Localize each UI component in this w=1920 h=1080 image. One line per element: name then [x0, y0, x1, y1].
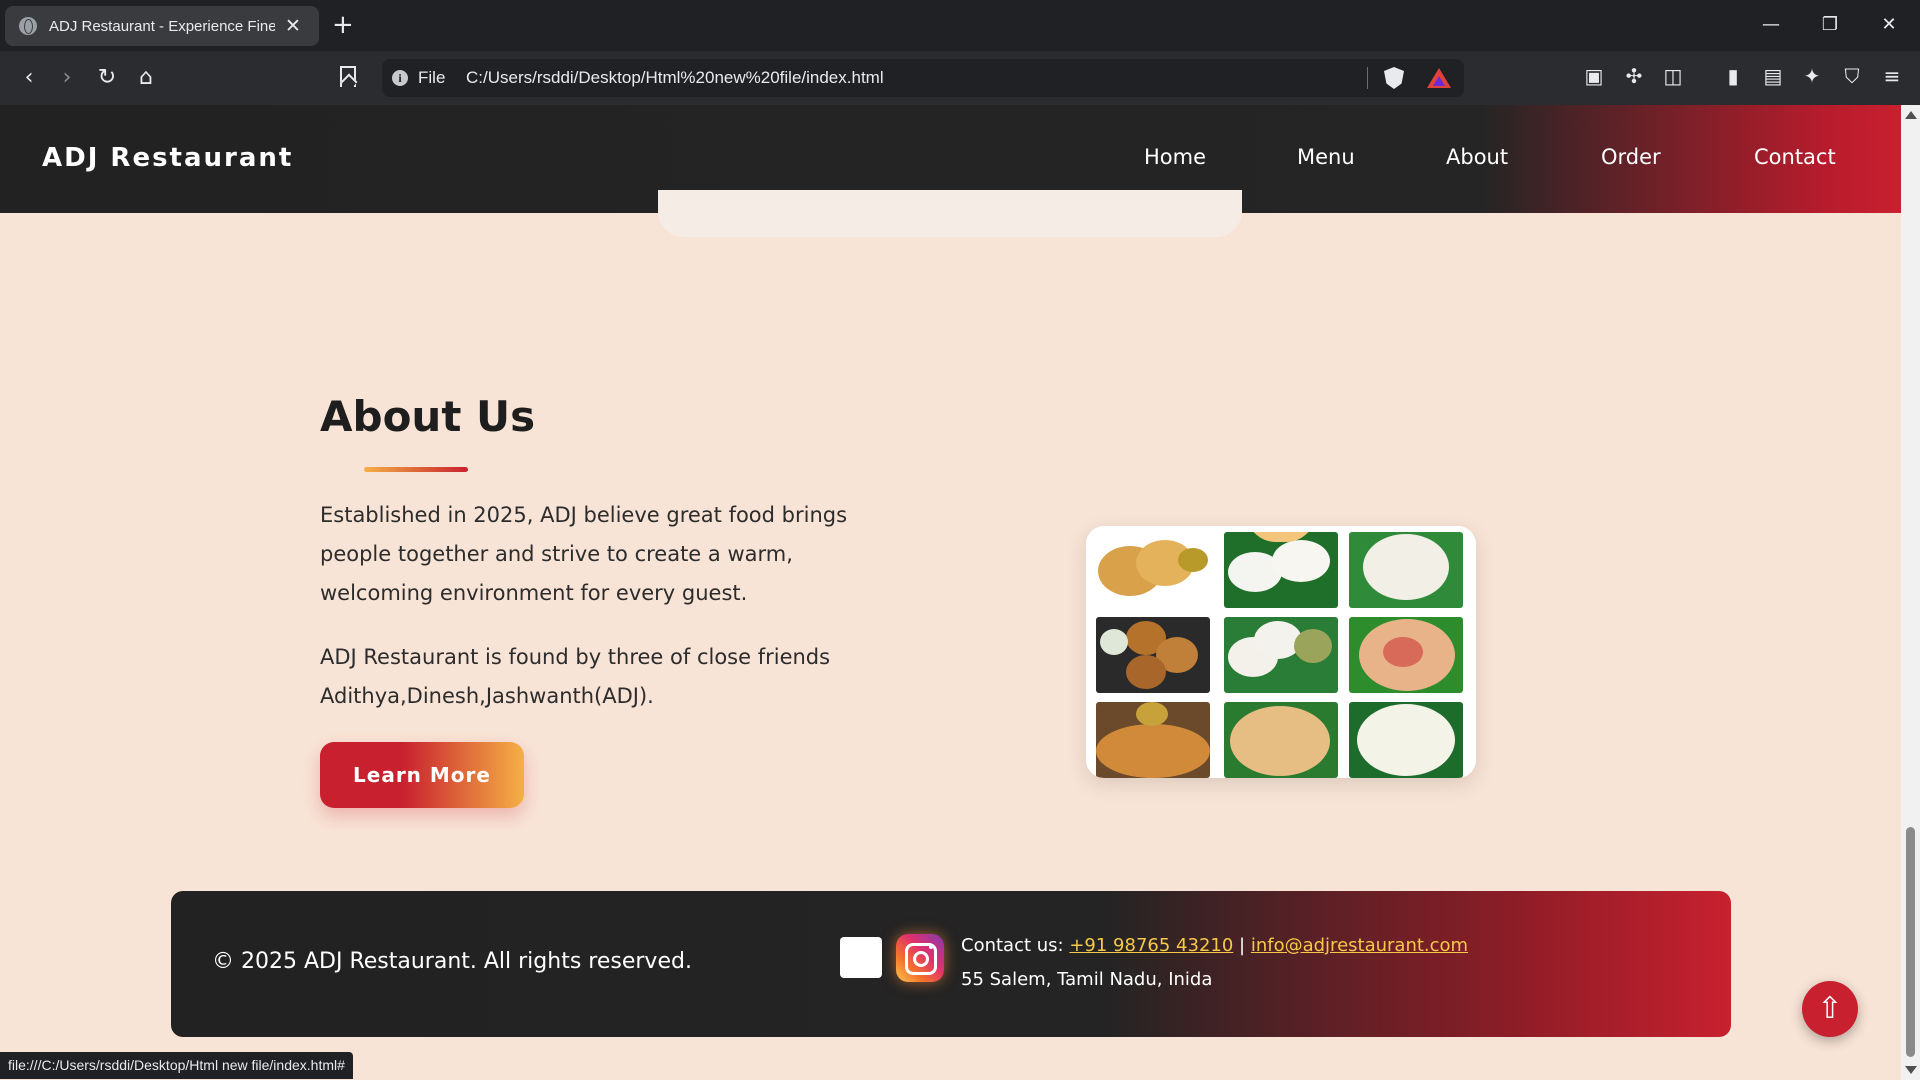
about-paragraph-2: ADJ Restaurant is found by three of clos…: [320, 645, 831, 708]
wallet-icon[interactable]: ▤: [1761, 64, 1785, 88]
back-icon[interactable]: ‹: [14, 63, 44, 93]
scroll-thumb[interactable]: [1906, 827, 1915, 1057]
status-bar-url: file:///C:/Users/rsddi/Desktop/Html new …: [0, 1052, 353, 1079]
title-underline: [364, 467, 468, 472]
home-icon[interactable]: ⌂: [131, 63, 161, 93]
sidebar-icon[interactable]: ▮: [1721, 64, 1745, 88]
menu-icon[interactable]: ≡: [1880, 64, 1904, 88]
url-divider: [1367, 67, 1368, 89]
forward-icon[interactable]: ›: [52, 63, 82, 93]
address-text: 55 Salem, Tamil Nadu, Inida: [961, 969, 1213, 990]
puzzle-icon[interactable]: ✣: [1622, 64, 1646, 88]
scroll-up-icon[interactable]: [1905, 111, 1917, 119]
url-text[interactable]: C:/Users/rsddi/Desktop/Html%20new%20file…: [466, 68, 884, 88]
upma-photo: [1349, 532, 1463, 608]
about-title: About Us: [320, 392, 536, 441]
parotta-photo: [1224, 702, 1338, 778]
bookmark-icon[interactable]: [340, 66, 356, 87]
browser-tab[interactable]: ADJ Restaurant - Experience Fine ✕: [5, 6, 319, 46]
social-icon-placeholder[interactable]: [840, 937, 882, 978]
restore-icon[interactable]: ❐: [1815, 10, 1845, 40]
contact-line: Contact us: +91 98765 43210 | info@adjre…: [961, 935, 1468, 956]
reader-icon[interactable]: ◫: [1661, 64, 1685, 88]
food-collage-image: [1086, 526, 1476, 778]
brave-shield-icon[interactable]: [1384, 67, 1404, 89]
new-tab-button[interactable]: +: [332, 9, 354, 41]
contact-label: Contact us:: [961, 935, 1064, 956]
contact-separator: |: [1239, 935, 1246, 956]
nav-menu[interactable]: Menu: [1297, 145, 1355, 169]
globe-icon: [19, 17, 37, 35]
arrow-up-icon[interactable]: ⇧: [1802, 981, 1858, 1037]
vada-photo: [1096, 617, 1210, 693]
close-icon[interactable]: ✕: [285, 16, 301, 36]
vpn-shield-icon[interactable]: ⛉: [1840, 64, 1864, 88]
dosa-photo: [1096, 702, 1210, 778]
previous-section-card: [658, 190, 1242, 237]
page-scrollbar[interactable]: [1901, 105, 1920, 1080]
poori-photo: [1096, 532, 1210, 608]
rewards-icon[interactable]: [1427, 68, 1451, 88]
idli-chutney-photo: [1224, 617, 1338, 693]
browser-tab-bar: ADJ Restaurant - Experience Fine ✕ + — ❐…: [0, 0, 1920, 51]
nav-about[interactable]: About: [1446, 145, 1508, 169]
email-link[interactable]: info@adjrestaurant.com: [1251, 935, 1468, 956]
appam-photo: [1349, 702, 1463, 778]
tab-title: ADJ Restaurant - Experience Fine: [49, 17, 275, 35]
info-icon[interactable]: i: [392, 70, 408, 86]
extension-icon[interactable]: ▣: [1582, 64, 1606, 88]
scroll-down-icon[interactable]: [1905, 1066, 1917, 1074]
phone-link[interactable]: +91 98765 43210: [1069, 935, 1233, 956]
instagram-icon[interactable]: [896, 934, 944, 982]
copyright-text: © 2025 ADJ Restaurant. All rights reserv…: [212, 949, 692, 974]
idli-photo: [1224, 532, 1338, 608]
url-scheme: File: [418, 68, 446, 87]
about-paragraph-1: Established in 2025, ADJ believe great f…: [320, 503, 848, 605]
minimize-icon[interactable]: —: [1756, 10, 1786, 40]
address-bar[interactable]: i File C:/Users/rsddi/Desktop/Html%20new…: [382, 59, 1464, 97]
learn-more-button[interactable]: Learn More: [320, 742, 524, 808]
reload-icon[interactable]: ↻: [92, 63, 122, 93]
nav-home[interactable]: Home: [1144, 145, 1206, 169]
site-footer: © 2025 ADJ Restaurant. All rights reserv…: [171, 891, 1731, 1037]
uttapam-photo: [1349, 617, 1463, 693]
site-logo[interactable]: ADJ Restaurant: [42, 143, 293, 173]
window-close-icon[interactable]: ✕: [1874, 10, 1904, 40]
sparkle-icon[interactable]: ✦: [1800, 64, 1824, 88]
nav-contact[interactable]: Contact: [1754, 145, 1836, 169]
nav-order[interactable]: Order: [1601, 145, 1661, 169]
